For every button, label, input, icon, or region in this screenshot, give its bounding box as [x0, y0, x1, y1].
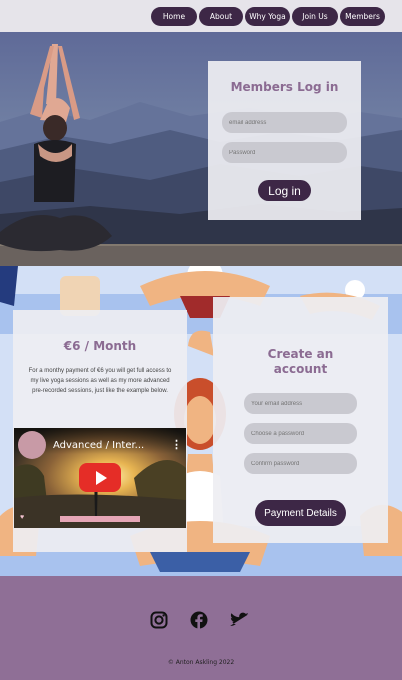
signup-password-input[interactable]	[244, 423, 357, 444]
login-card: Members Log in Log in	[208, 61, 361, 220]
twitter-icon[interactable]	[230, 612, 249, 628]
signup-title-line2: account	[273, 362, 328, 376]
membership-section: €6 / Month For a monthy payment of €6 yo…	[0, 266, 402, 576]
signup-title: Create an account	[213, 347, 388, 377]
nav-about-button[interactable]: About	[199, 7, 243, 26]
pricing-card: €6 / Month For a monthy payment of €6 yo…	[13, 310, 187, 552]
login-email-input[interactable]	[222, 112, 347, 133]
instagram-icon[interactable]	[150, 611, 168, 629]
login-password-input[interactable]	[222, 142, 347, 163]
footer: © Anton Askling 2022	[0, 576, 402, 680]
youtube-play-button[interactable]	[79, 463, 121, 492]
top-nav: Home About Why Yoga Join Us Members	[0, 0, 402, 32]
nav-members-button[interactable]: Members	[340, 7, 385, 26]
video-embed[interactable]: Advanced / Inter... ⋮ ♥	[14, 428, 186, 528]
login-button[interactable]: Log in	[258, 180, 311, 201]
pricing-description: For a monthy payment of €6 you will get …	[28, 368, 172, 394]
nav-home-button[interactable]: Home	[151, 7, 197, 26]
signup-card: Create an account Payment Details	[213, 297, 388, 543]
signup-title-line1: Create an	[267, 347, 334, 361]
nav-join-us-button[interactable]: Join Us	[292, 7, 338, 26]
payment-details-button[interactable]: Payment Details	[255, 500, 346, 526]
nav-why-yoga-button[interactable]: Why Yoga	[245, 7, 290, 26]
signup-confirm-password-input[interactable]	[244, 453, 357, 474]
channel-avatar[interactable]	[18, 431, 46, 459]
heart-icon: ♥	[20, 514, 25, 521]
copyright-text: © Anton Askling 2022	[167, 659, 235, 666]
login-title: Members Log in	[230, 80, 339, 94]
play-icon	[96, 471, 107, 485]
hero-section: Members Log in Log in	[0, 32, 402, 266]
signup-email-input[interactable]	[244, 393, 357, 414]
more-options-icon[interactable]: ⋮	[171, 438, 182, 451]
pricing-title: €6 / Month	[63, 339, 137, 353]
video-title[interactable]: Advanced / Inter...	[53, 440, 144, 451]
facebook-icon[interactable]	[190, 611, 208, 629]
